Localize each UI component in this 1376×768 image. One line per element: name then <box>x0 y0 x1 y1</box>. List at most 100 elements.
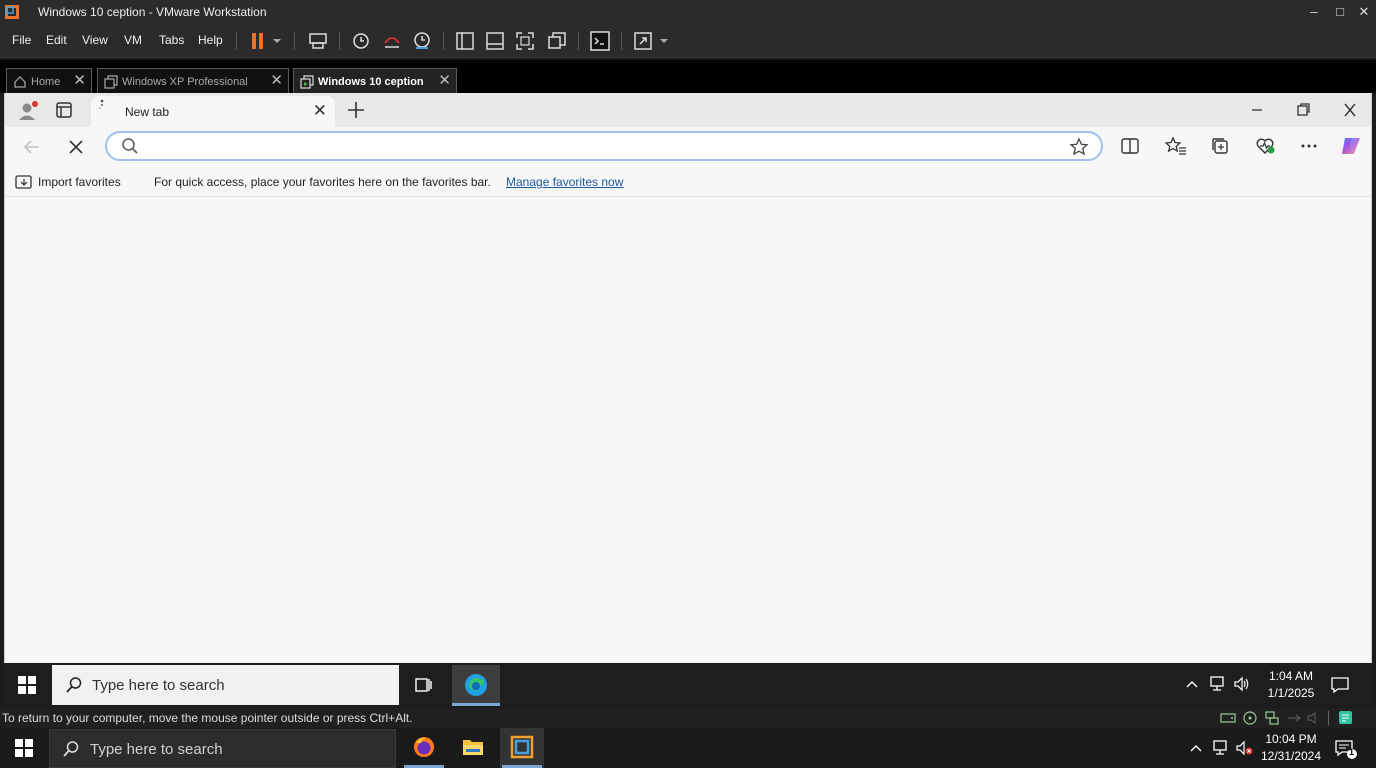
notification-icon[interactable]: 1 <box>1334 738 1358 760</box>
revert-snapshot-icon[interactable] <box>380 29 404 53</box>
minimize-button[interactable]: – <box>1300 3 1328 21</box>
import-favorites-icon[interactable] <box>15 174 33 190</box>
host-date: 12/31/2024 <box>1260 749 1322 763</box>
manage-favorites-link[interactable]: Manage favorites now <box>506 175 623 189</box>
task-view-icon[interactable] <box>413 675 433 695</box>
windows-start-icon[interactable] <box>14 738 34 758</box>
copilot-icon[interactable] <box>1339 134 1363 158</box>
notification-icon[interactable] <box>1330 675 1350 695</box>
vmware-menubar: File Edit View VM Tabs Help <box>0 24 1376 58</box>
window-title: Windows 10 ception - VMware Workstation <box>38 5 267 19</box>
send-ctrl-alt-del-icon[interactable] <box>306 29 330 53</box>
menu-tabs[interactable]: Tabs <box>159 33 184 47</box>
full-screen-icon[interactable] <box>513 29 537 53</box>
volume-icon[interactable] <box>1233 675 1251 693</box>
menu-file[interactable]: File <box>12 33 31 47</box>
usb-icon[interactable] <box>1286 711 1302 725</box>
network-icon[interactable] <box>1209 675 1227 693</box>
more-menu-icon[interactable] <box>1299 136 1319 156</box>
vmware-taskbar-app[interactable] <box>500 728 544 768</box>
menu-view[interactable]: View <box>82 33 108 47</box>
favorites-bar: Import favorites For quick access, place… <box>5 167 1371 197</box>
network-adapter-icon[interactable] <box>1264 711 1280 725</box>
guest-screen[interactable]: New tab ✕ Import favorites For quick acc… <box>4 93 1372 706</box>
home-icon <box>13 75 27 89</box>
network-icon[interactable] <box>1212 739 1230 757</box>
edge-minimize-button[interactable] <box>1247 101 1267 119</box>
close-window-button[interactable]: ✕ <box>1350 3 1376 21</box>
toolbar-separator <box>236 32 237 50</box>
favorites-icon[interactable] <box>1165 136 1187 156</box>
menu-help[interactable]: Help <box>198 33 223 47</box>
guest-time: 1:04 AM <box>1268 669 1314 683</box>
edge-restore-button[interactable] <box>1293 101 1313 119</box>
close-tab-icon[interactable]: ✕ <box>313 101 327 121</box>
message-log-icon[interactable] <box>1338 710 1354 726</box>
tab-windows-xp[interactable]: Windows XP Professional ✕ <box>97 68 289 95</box>
stop-loading-icon[interactable] <box>65 136 87 158</box>
close-tab-icon[interactable]: ✕ <box>438 73 451 89</box>
show-library-icon[interactable] <box>453 29 477 53</box>
active-app-indicator <box>452 703 500 706</box>
vmware-status-bar: To return to your computer, move the mou… <box>0 708 1376 728</box>
chevron-up-icon[interactable] <box>1184 676 1200 692</box>
vmware-tab-strip: Home ✕ Windows XP Professional ✕ Windows… <box>0 58 1376 95</box>
vm-icon <box>104 75 118 89</box>
favorite-star-icon[interactable] <box>1069 137 1089 157</box>
cd-dvd-icon[interactable] <box>1242 711 1258 725</box>
stretch-guest-icon[interactable] <box>631 29 655 53</box>
pause-icon[interactable] <box>246 29 270 53</box>
guest-search-placeholder: Type here to search <box>92 677 225 694</box>
folder-icon <box>461 736 485 758</box>
browser-essentials-icon[interactable] <box>1255 136 1277 156</box>
sound-card-icon[interactable] <box>1306 711 1322 725</box>
edge-close-button[interactable] <box>1340 101 1360 119</box>
host-search-box[interactable]: Type here to search <box>49 729 396 768</box>
hard-disk-icon[interactable] <box>1220 711 1236 725</box>
volume-muted-icon[interactable] <box>1235 739 1255 757</box>
tab-windows-10-label: Windows 10 ception <box>318 76 424 88</box>
address-input[interactable] <box>147 137 1047 157</box>
menu-vm[interactable]: VM <box>124 33 142 47</box>
tab-actions-icon[interactable] <box>55 101 73 119</box>
new-tab-button[interactable] <box>345 99 367 121</box>
chevron-down-icon[interactable] <box>657 29 671 53</box>
profile-icon[interactable] <box>17 99 41 123</box>
console-view-icon[interactable] <box>588 29 612 53</box>
guest-search-box[interactable]: Type here to search <box>52 665 399 705</box>
thumbnail-bar-icon[interactable] <box>483 29 507 53</box>
chevron-up-icon[interactable] <box>1188 740 1204 756</box>
tab-windows-10-ception[interactable]: Windows 10 ception ✕ <box>293 68 457 95</box>
tab-home-label: Home <box>31 76 61 88</box>
back-arrow-icon[interactable] <box>21 136 43 158</box>
guest-clock[interactable]: 1:04 AM 1/1/2025 <box>1256 668 1326 702</box>
split-screen-icon[interactable] <box>1120 136 1140 156</box>
vmware-logo-icon <box>510 735 534 759</box>
notification-count-badge: 1 <box>1349 747 1355 757</box>
snapshot-manager-icon[interactable] <box>410 29 434 53</box>
file-explorer-taskbar-app[interactable] <box>451 728 495 768</box>
firefox-taskbar-app[interactable] <box>402 728 446 768</box>
toolbar-separator <box>294 32 295 50</box>
status-separator <box>1328 711 1329 725</box>
edge-tab-new-tab[interactable]: New tab ✕ <box>91 96 335 127</box>
tab-home[interactable]: Home ✕ <box>6 68 92 95</box>
close-tab-icon[interactable]: ✕ <box>270 73 283 89</box>
unity-icon[interactable] <box>545 29 569 53</box>
close-tab-icon[interactable]: ✕ <box>73 73 86 89</box>
windows-start-icon[interactable] <box>17 675 37 695</box>
snapshot-icon[interactable] <box>349 29 373 53</box>
host-clock[interactable]: 10:04 PM 12/31/2024 <box>1255 731 1327 765</box>
chevron-down-icon[interactable] <box>270 29 284 53</box>
page-content[interactable] <box>5 197 1371 663</box>
guest-taskbar: Type here to search 1:04 AM 1/1/2025 <box>4 663 1372 706</box>
search-icon <box>121 137 139 155</box>
tab-windows-xp-label: Windows XP Professional <box>122 76 248 88</box>
import-favorites-button[interactable]: Import favorites <box>38 175 121 189</box>
favorites-bar-message: For quick access, place your favorites h… <box>154 175 491 189</box>
address-bar[interactable] <box>105 131 1103 161</box>
edge-taskbar-app[interactable] <box>452 665 500 706</box>
menu-edit[interactable]: Edit <box>46 33 67 47</box>
collections-icon[interactable] <box>1210 136 1230 156</box>
host-taskbar: Type here to search 10:04 PM 12/31/2024 … <box>0 728 1376 768</box>
